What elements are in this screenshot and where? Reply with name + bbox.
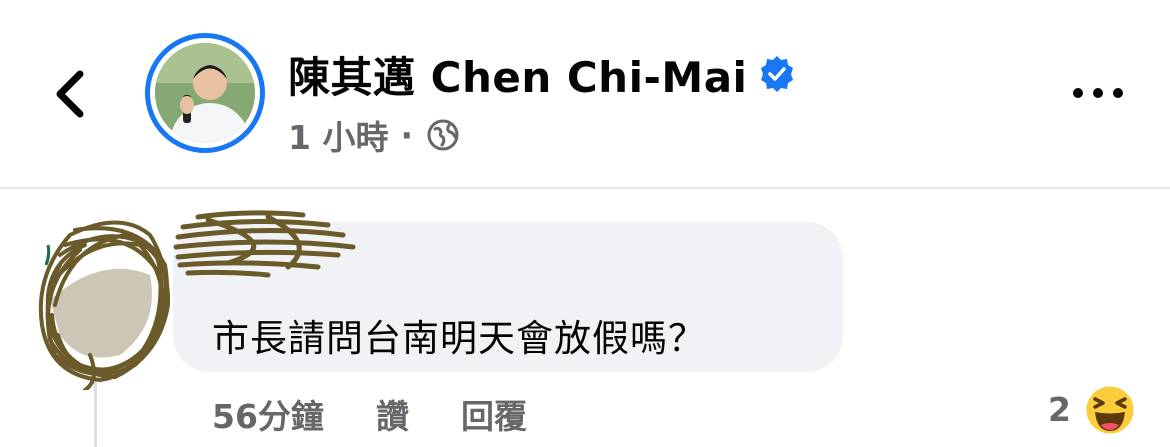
haha-emoji-icon[interactable] <box>1083 383 1137 437</box>
post-meta: 1 小時 · <box>288 111 461 159</box>
comment-text: 市長請問台南明天會放假嗎？ <box>212 317 706 360</box>
meta-separator: · <box>400 115 413 155</box>
post-time[interactable]: 1 小時 <box>288 111 388 159</box>
page-avatar[interactable] <box>145 33 265 153</box>
redacted-avatar <box>38 220 171 390</box>
more-horizontal-icon <box>1073 88 1123 98</box>
thread-line <box>94 380 97 447</box>
comment-time[interactable]: 56分鐘 <box>212 390 324 438</box>
more-options-button[interactable] <box>1068 78 1128 108</box>
redacted-name <box>173 210 356 278</box>
globe-icon <box>427 119 459 151</box>
reply-button[interactable]: 回覆 <box>461 390 527 438</box>
verified-badge-icon <box>761 56 793 92</box>
back-button[interactable] <box>48 66 96 122</box>
comment-actions: 56分鐘 讚 回覆 <box>212 390 527 438</box>
header-divider <box>0 187 1170 189</box>
like-button[interactable]: 讚 <box>376 390 409 438</box>
avatar-photo <box>155 43 255 143</box>
chevron-left-icon <box>56 70 84 118</box>
page-name[interactable]: 陳其邁 Chen Chi-Mai <box>288 44 747 105</box>
reaction-count[interactable]: 2 <box>1048 390 1071 429</box>
post-header: 陳其邁 Chen Chi-Mai 1 小時 · <box>0 0 1170 188</box>
